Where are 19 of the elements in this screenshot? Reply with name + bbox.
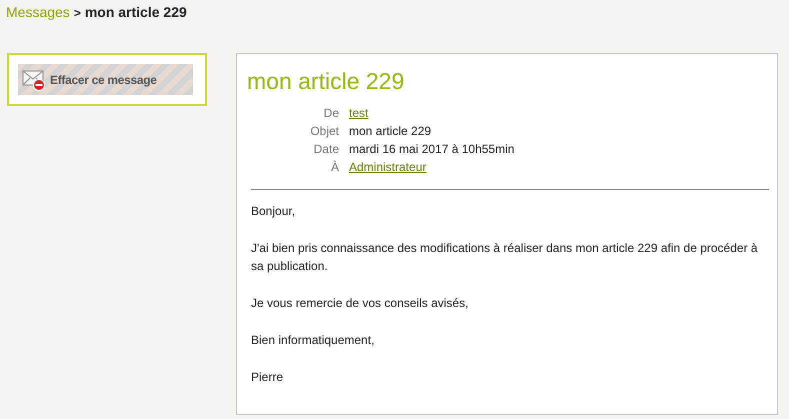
message-paragraph: Bonjour, [251, 203, 296, 220]
message-paragraph: Bien informatiquement, [251, 332, 376, 349]
header-label: De [322, 105, 339, 121]
envelope-delete-icon [22, 68, 46, 90]
message-paragraph: Je vous remercie de vos conseils avisés, [251, 295, 470, 312]
delete-message-button[interactable]: Effacer ce message [18, 64, 193, 95]
message-paragraph: J'ai bien pris connaissance des modifications à réaliser dans mon article 229 afin de procéder à sa publication. [251, 240, 759, 275]
header-value: mardi 16 mai 2017 à 10h55min [349, 141, 514, 157]
breadcrumb-current: mon article 229 [84, 4, 187, 20]
message-paragraph: Pierre [251, 369, 284, 386]
header-label: À [330, 159, 339, 175]
header-link[interactable]: Administrateur [349, 159, 426, 175]
header-link[interactable]: test [349, 105, 368, 121]
breadcrumb-separator: > [74, 6, 81, 20]
message-title: mon article 229 [247, 68, 406, 95]
breadcrumb-link[interactable]: Messages [6, 4, 70, 20]
header-label: Objet [309, 123, 339, 139]
header-label: Date [312, 141, 339, 157]
header-value: mon article 229 [349, 123, 432, 139]
